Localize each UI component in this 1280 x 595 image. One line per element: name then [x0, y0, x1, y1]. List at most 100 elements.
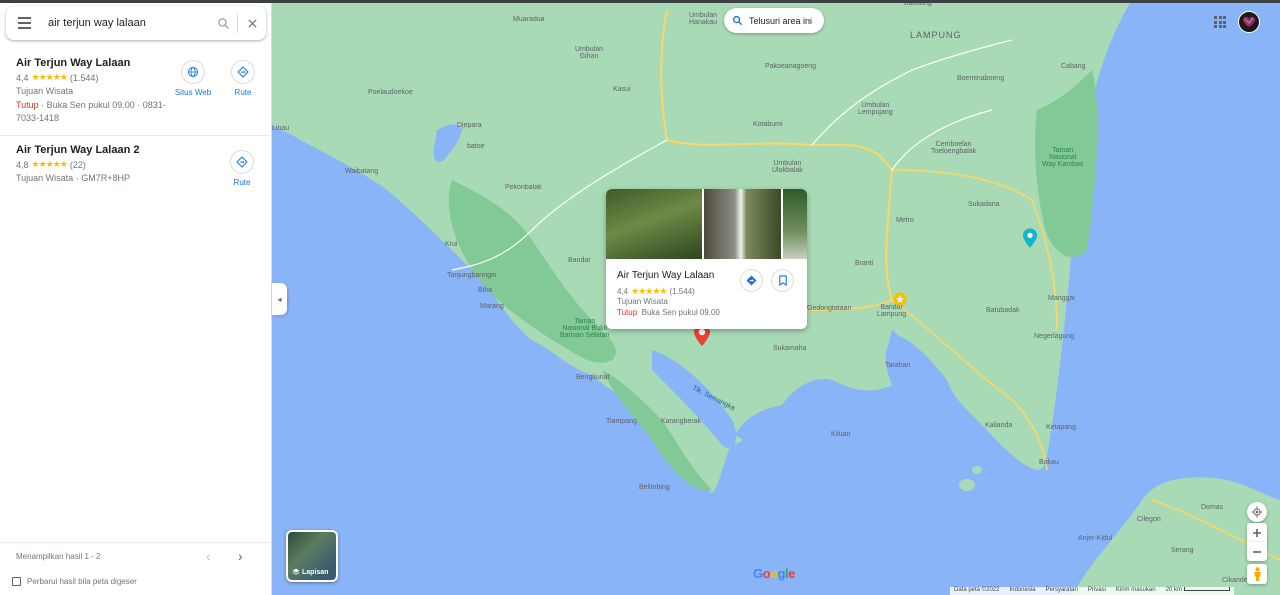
layers-text: Lapisan — [302, 568, 329, 576]
layers-button[interactable]: Lapisan — [286, 530, 338, 582]
attraction-pin-icon[interactable] — [1023, 228, 1037, 248]
results-count: Menampilkan hasil 1 - 2 — [16, 552, 101, 561]
street-view-pegman[interactable] — [1247, 564, 1267, 584]
country-link[interactable]: Indonesia — [1009, 587, 1035, 595]
top-border — [0, 0, 1280, 3]
place-card[interactable]: Air Terjun Way Lalaan 4,4 ★★★★★ (1.544) … — [606, 189, 807, 329]
map-label: Sukadana — [968, 201, 1000, 208]
map-label: Biha — [478, 287, 493, 294]
result-rating: 4,4 ★★★★★ (1.544) — [16, 72, 98, 83]
map-label: Pekonbalak — [505, 184, 542, 191]
city-star-icon[interactable] — [893, 292, 907, 306]
map-label: Sukamaha — [773, 345, 807, 352]
search-input[interactable]: air terjun way lalaan — [42, 17, 209, 29]
map-label: Gedongtataan — [807, 305, 852, 312]
hours-phone: · Buka Sen pukul 09.00 · 0831-7033-1418 — [16, 100, 166, 123]
place-photos[interactable] — [606, 189, 807, 259]
star-icon: ★★★★★ — [31, 159, 68, 169]
search-box[interactable]: air terjun way lalaan — [6, 6, 266, 40]
refresh-checkbox[interactable] — [12, 577, 21, 586]
map-label: Tarahan — [885, 362, 911, 369]
chevron-right-icon[interactable]: › — [238, 548, 243, 564]
list-item[interactable]: Air Terjun Way Lalaan 4,4 ★★★★★ (1.544) … — [0, 50, 272, 136]
map-label: Kalianda — [985, 422, 1013, 429]
map-label: Marang — [480, 303, 504, 310]
pegman-icon — [1254, 567, 1260, 581]
save-button[interactable] — [771, 269, 794, 292]
search-this-area-label: Telusuri area ini — [749, 15, 813, 26]
route-label: Rute — [233, 178, 251, 187]
map-label: Domas — [1201, 504, 1224, 511]
map-data-credit: Data peta ©2022 — [954, 587, 1000, 593]
map-label: Cabang — [1061, 63, 1086, 70]
map-label: LAMPUNG — [910, 30, 962, 40]
route-label: Rute — [234, 88, 252, 97]
scale-control[interactable]: 20 km — [1166, 587, 1230, 595]
result-status: Tutup · Buka Sen pukul 09.00 · 0831-7033… — [16, 99, 176, 125]
collapse-panel-button[interactable]: ◂ — [272, 283, 287, 315]
result-title[interactable]: Air Terjun Way Lalaan — [16, 57, 130, 69]
menu-icon[interactable] — [6, 6, 42, 40]
map-canvas[interactable]: Muaradua Umbulan Hanakau Umbulan Gihan L… — [272, 0, 1280, 595]
zoom-in-button[interactable] — [1247, 523, 1267, 542]
map-footer: Data peta ©2022 Indonesia Persyaratan Pr… — [950, 587, 1234, 595]
map-label: Anjer-Kidul — [1078, 535, 1113, 542]
privacy-link[interactable]: Privasi — [1088, 587, 1106, 595]
map-label: Umbulan Lempujang — [858, 102, 893, 116]
map-label: Ketapang — [1046, 424, 1076, 431]
apps-grid-icon[interactable] — [1214, 16, 1226, 28]
website-button[interactable]: Situs Web — [173, 60, 213, 97]
map-label: Linau — [272, 125, 290, 132]
result-title[interactable]: Air Terjun Way Lalaan 2 — [16, 144, 139, 156]
route-button[interactable]: Rute — [222, 150, 262, 187]
avatar[interactable] — [1238, 11, 1260, 33]
map-label: Kiluan — [831, 431, 851, 438]
chevron-left-icon[interactable]: ‹ — [206, 548, 211, 564]
list-item[interactable]: Air Terjun Way Lalaan 2 4,8 ★★★★★ (22) T… — [0, 137, 272, 197]
layers-icon — [292, 568, 300, 575]
scale-bar — [1183, 587, 1230, 592]
place-status: Tutup Buka Sen pukul 09.00 — [617, 308, 720, 317]
map-label: Negerlagung — [1034, 333, 1075, 340]
route-button[interactable]: Rute — [223, 60, 263, 97]
map-label: Batubadak — [986, 307, 1020, 314]
google-logo: Google — [753, 566, 795, 581]
refresh-label: Perbarui hasil bila peta digeser — [27, 577, 137, 586]
directions-icon — [231, 60, 255, 84]
map-label: Taman Nasional Way Kambas — [1042, 147, 1084, 168]
map-label: Kotabumi — [753, 121, 783, 128]
photo-thumbnail[interactable] — [606, 189, 702, 259]
close-icon[interactable] — [238, 6, 266, 40]
map-label: Belimbing — [639, 484, 670, 491]
closed-label: Tutup — [617, 308, 638, 317]
result-rating: 4,8 ★★★★★ (22) — [16, 159, 86, 170]
map-label: Cemboelan Toeloengbalak — [931, 141, 977, 155]
refresh-on-move: Perbarui hasil bila peta digeser — [12, 577, 137, 586]
review-count: (1.544) — [669, 287, 695, 296]
map-label: Kasui — [613, 86, 631, 93]
map-label: Serang — [1171, 547, 1194, 554]
place-title[interactable]: Air Terjun Way Lalaan — [617, 270, 714, 281]
map-label: Manggai — [1048, 295, 1075, 302]
bookmark-icon — [778, 275, 787, 286]
terms-link[interactable]: Persyaratan — [1046, 587, 1078, 595]
map-label: Tanjungbaringin — [447, 272, 497, 279]
feedback-link[interactable]: Kirim masukan — [1116, 587, 1156, 595]
map-label: Muaradua — [513, 16, 545, 23]
search-this-area-button[interactable]: Telusuri area ini — [724, 8, 825, 33]
zoom-out-button[interactable] — [1247, 542, 1267, 561]
directions-icon — [746, 275, 757, 286]
search-icon[interactable] — [209, 6, 237, 40]
closed-label: Tutup — [16, 100, 39, 110]
rating-value: 4,8 — [16, 159, 29, 170]
rating-value: 4,4 — [617, 287, 629, 296]
map-label: Taman Nasional Bukit Barisan Selatan — [560, 318, 610, 339]
map-label: Cikande — [1222, 577, 1248, 584]
photo-thumbnail[interactable] — [703, 189, 782, 259]
result-category: Tujuan Wisata · GM7R+8HP — [16, 173, 130, 183]
star-icon: ★★★★★ — [31, 72, 68, 82]
globe-icon — [181, 60, 205, 84]
my-location-button[interactable] — [1247, 502, 1267, 522]
directions-button[interactable] — [740, 269, 763, 292]
photo-thumbnail[interactable] — [783, 189, 807, 259]
